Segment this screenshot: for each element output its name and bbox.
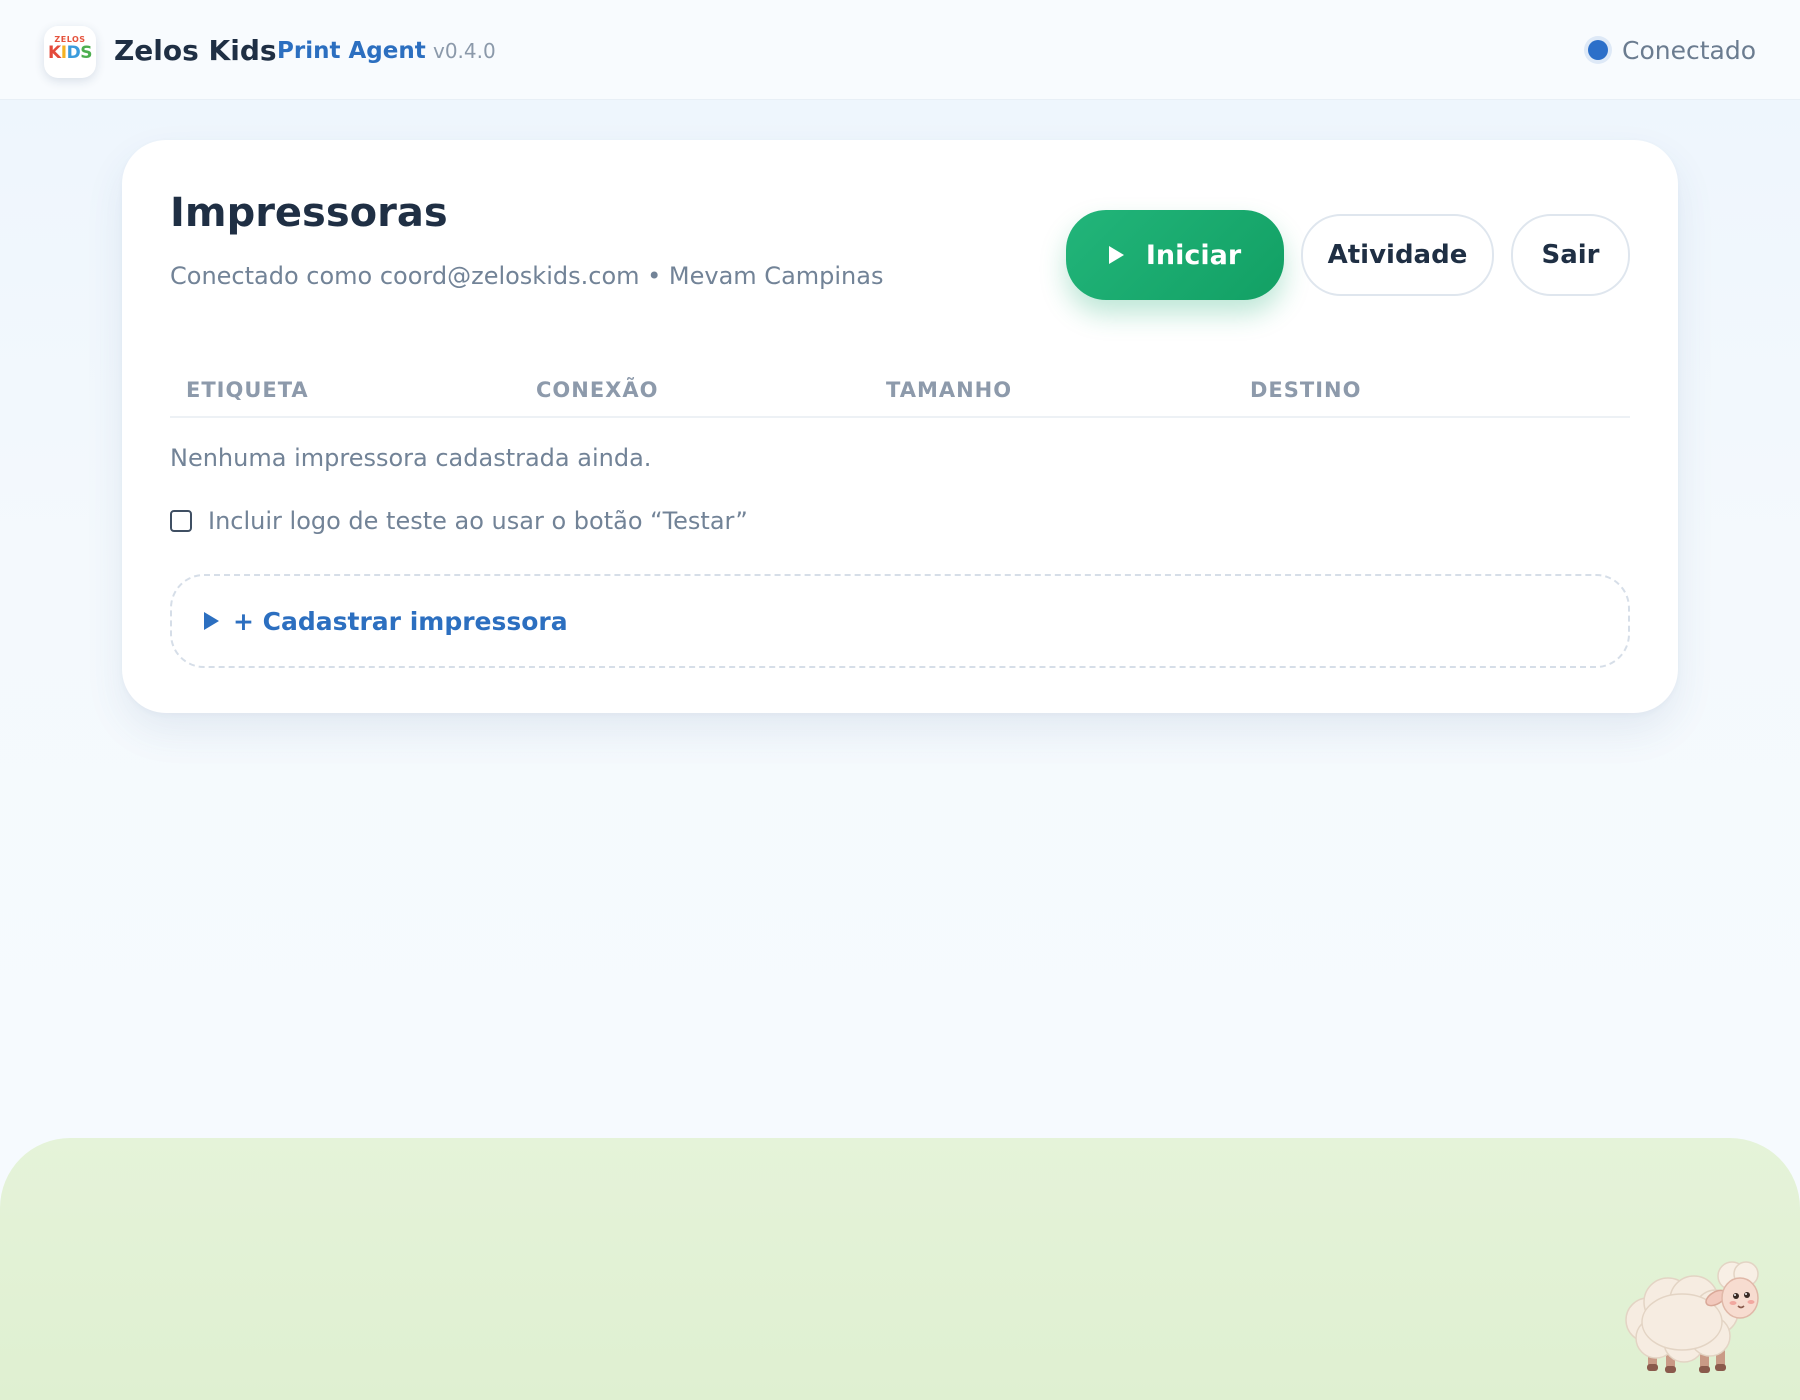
empty-table-message: Nenhuma impressora cadastrada ainda. <box>170 444 652 472</box>
connection-status: Conectado <box>1587 33 1756 67</box>
status-text: Conectado <box>1621 35 1756 65</box>
start-button[interactable]: Iniciar <box>1066 210 1284 300</box>
test-logo-checkbox-label: Incluir logo de teste ao usar o botão “T… <box>208 507 748 535</box>
brand-name: Zelos Kids <box>114 34 277 67</box>
start-button-label: Iniciar <box>1145 239 1242 271</box>
logo-kids-text: KIDS <box>48 43 92 63</box>
sheep-icon <box>1625 1261 1759 1373</box>
version-label: v0.4.0 <box>433 39 496 63</box>
printers-card: Impressoras Conectado como coord@zeloski… <box>122 140 1678 713</box>
exit-button[interactable]: Sair <box>1511 214 1630 296</box>
column-header-connection: CONEXÃO <box>536 378 659 402</box>
zelos-kids-logo: ZELOS KIDS <box>44 26 96 78</box>
add-printer-label: + Cadastrar impressora <box>233 606 568 636</box>
top-bar: ZELOS KIDS Zelos Kids Print Agent v0.4.0… <box>0 0 1800 100</box>
column-header-size: TAMANHO <box>886 378 1013 402</box>
column-header-destination: DESTINO <box>1250 378 1362 402</box>
product-name: Print Agent <box>277 38 426 64</box>
status-dot-icon <box>1587 40 1608 60</box>
connected-account-info: Conectado como coord@zeloskids.com • Mev… <box>170 262 884 290</box>
test-logo-option[interactable]: Incluir logo de teste ao usar o botão “T… <box>170 504 748 538</box>
printers-table-header: ETIQUETA CONEXÃO TAMANHO DESTINO <box>170 366 1630 418</box>
test-logo-checkbox[interactable] <box>170 510 192 532</box>
page-title: Impressoras <box>170 190 448 236</box>
play-icon <box>1108 246 1124 264</box>
activity-button[interactable]: Atividade <box>1301 214 1494 296</box>
grass-background <box>0 1138 1800 1400</box>
add-printer-toggle[interactable]: + Cadastrar impressora <box>170 574 1630 668</box>
column-header-label: ETIQUETA <box>186 378 309 402</box>
caret-right-icon <box>204 612 219 630</box>
